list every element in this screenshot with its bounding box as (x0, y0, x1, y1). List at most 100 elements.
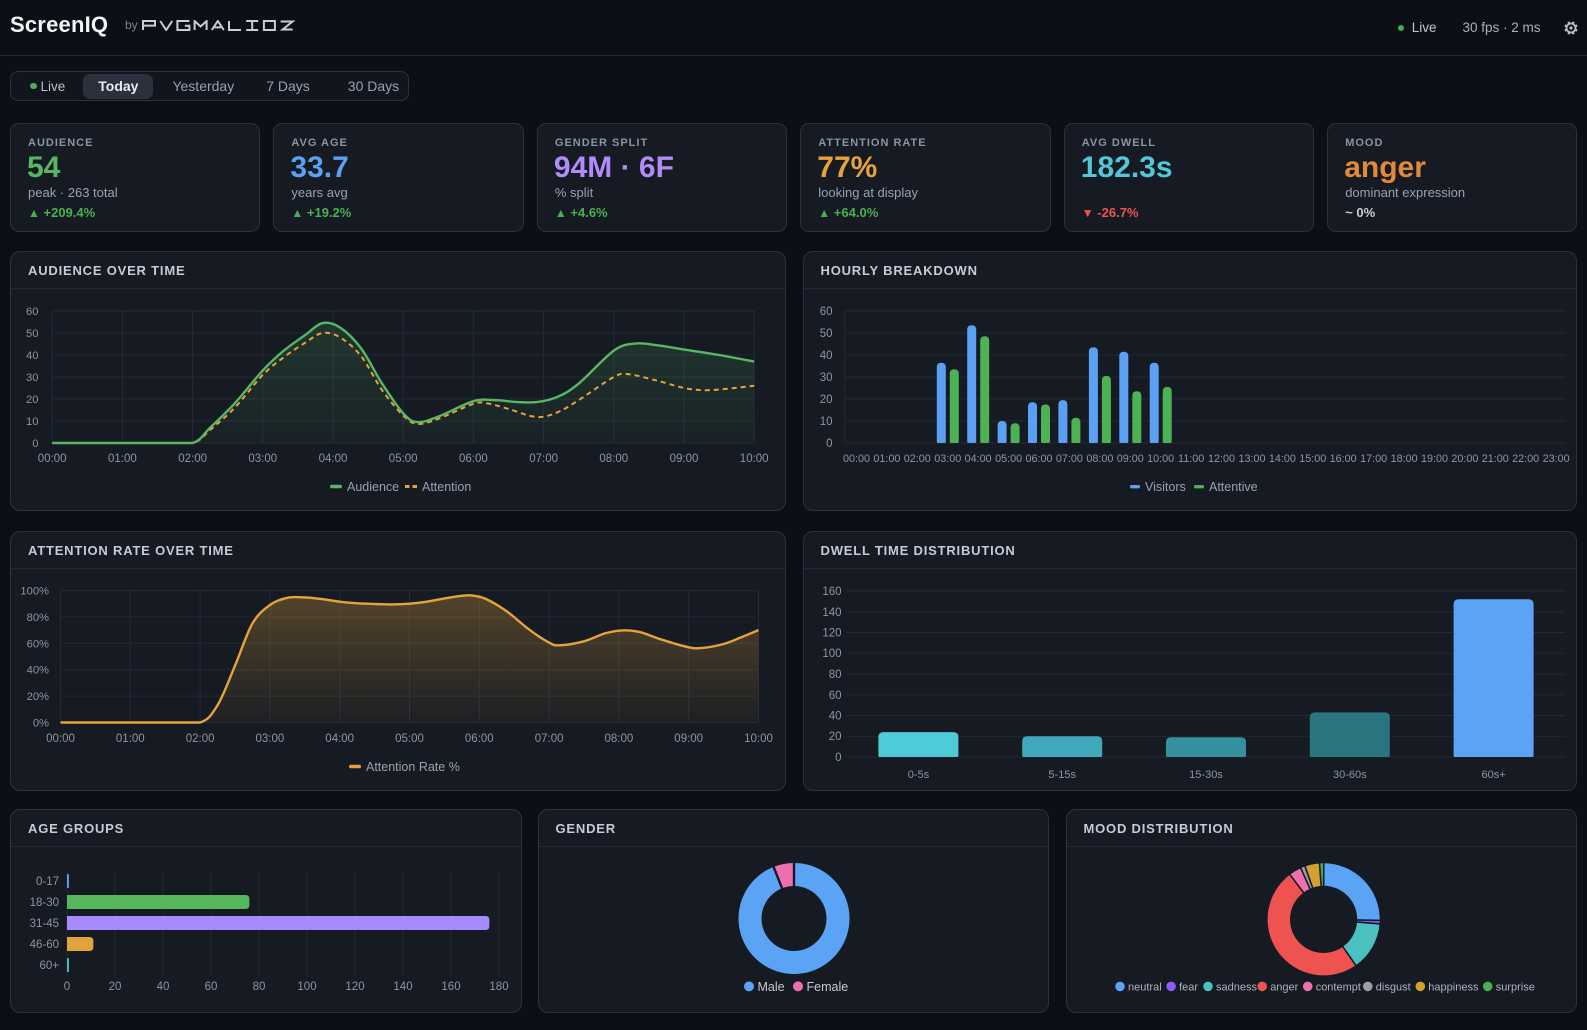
svg-text:02:00: 02:00 (903, 453, 930, 465)
svg-text:anger: anger (1270, 982, 1298, 994)
svg-text:03:00: 03:00 (256, 733, 285, 745)
svg-text:0: 0 (64, 981, 70, 993)
svg-text:Attentive: Attentive (1209, 480, 1258, 494)
svg-text:60s+: 60s+ (1481, 769, 1505, 781)
svg-text:04:00: 04:00 (325, 733, 354, 745)
svg-text:15:00: 15:00 (1299, 453, 1326, 465)
svg-text:11:00: 11:00 (1177, 453, 1203, 465)
svg-text:06:00: 06:00 (459, 453, 488, 465)
svg-text:5-15s: 5-15s (1048, 769, 1076, 781)
svg-text:140: 140 (822, 607, 841, 619)
svg-text:10: 10 (819, 416, 832, 428)
svg-text:12:00: 12:00 (1207, 453, 1234, 465)
svg-text:80: 80 (828, 669, 841, 681)
svg-text:40%: 40% (27, 665, 49, 677)
svg-text:60%: 60% (27, 638, 49, 650)
svg-text:07:00: 07:00 (529, 453, 558, 465)
svg-text:0: 0 (826, 438, 832, 450)
svg-text:Attention: Attention (422, 480, 471, 494)
svg-text:14:00: 14:00 (1268, 453, 1295, 465)
svg-text:03:00: 03:00 (934, 453, 961, 465)
svg-text:120: 120 (822, 628, 841, 640)
svg-text:neutral: neutral (1128, 982, 1162, 994)
svg-text:Male: Male (757, 980, 784, 994)
svg-text:40: 40 (157, 981, 170, 993)
svg-text:0-17: 0-17 (36, 876, 59, 888)
svg-text:10:00: 10:00 (744, 733, 773, 745)
svg-text:happiness: happiness (1428, 982, 1479, 994)
svg-text:contempt: contempt (1315, 982, 1360, 994)
svg-text:19:00: 19:00 (1420, 453, 1447, 465)
svg-text:10:00: 10:00 (740, 453, 769, 465)
svg-text:08:00: 08:00 (1086, 453, 1113, 465)
svg-text:50: 50 (819, 328, 832, 340)
svg-text:17:00: 17:00 (1360, 453, 1387, 465)
svg-text:18:00: 18:00 (1390, 453, 1417, 465)
svg-text:0: 0 (835, 752, 841, 764)
svg-text:07:00: 07:00 (1055, 453, 1082, 465)
svg-text:04:00: 04:00 (319, 453, 348, 465)
svg-text:120: 120 (345, 981, 364, 993)
svg-text:30: 30 (26, 372, 38, 384)
svg-text:05:00: 05:00 (995, 453, 1022, 465)
svg-text:Visitors: Visitors (1145, 480, 1186, 494)
svg-text:03:00: 03:00 (248, 453, 277, 465)
svg-text:100%: 100% (20, 586, 49, 598)
svg-text:60: 60 (205, 981, 218, 993)
svg-text:disgust: disgust (1375, 982, 1410, 994)
svg-text:100: 100 (822, 648, 841, 660)
svg-text:sadness: sadness (1216, 982, 1257, 994)
svg-text:40: 40 (819, 350, 832, 362)
svg-text:21:00: 21:00 (1481, 453, 1508, 465)
svg-text:20: 20 (26, 394, 38, 406)
svg-text:16:00: 16:00 (1329, 453, 1356, 465)
svg-text:18-30: 18-30 (30, 897, 59, 909)
svg-text:01:00: 01:00 (116, 733, 145, 745)
svg-text:60+: 60+ (39, 960, 59, 972)
svg-text:0-5s: 0-5s (907, 769, 929, 781)
svg-text:Audience: Audience (347, 480, 399, 494)
svg-text:60: 60 (828, 690, 841, 702)
svg-text:09:00: 09:00 (674, 733, 703, 745)
svg-text:00:00: 00:00 (38, 453, 67, 465)
svg-text:09:00: 09:00 (1116, 453, 1143, 465)
svg-text:0%: 0% (33, 718, 49, 730)
svg-text:60: 60 (819, 306, 832, 318)
svg-text:30-60s: 30-60s (1332, 769, 1366, 781)
svg-text:Female: Female (806, 980, 848, 994)
svg-text:10:00: 10:00 (1147, 453, 1174, 465)
svg-text:80%: 80% (27, 612, 49, 624)
svg-text:13:00: 13:00 (1238, 453, 1265, 465)
svg-text:09:00: 09:00 (670, 453, 699, 465)
svg-text:10: 10 (26, 416, 38, 428)
svg-text:05:00: 05:00 (395, 733, 424, 745)
svg-text:20%: 20% (27, 691, 49, 703)
svg-text:Attention Rate %: Attention Rate % (366, 760, 460, 774)
svg-text:01:00: 01:00 (108, 453, 137, 465)
svg-text:15-30s: 15-30s (1189, 769, 1223, 781)
svg-text:60: 60 (26, 306, 38, 318)
svg-text:50: 50 (26, 328, 38, 340)
svg-text:20:00: 20:00 (1451, 453, 1478, 465)
svg-text:02:00: 02:00 (178, 453, 207, 465)
svg-text:00:00: 00:00 (842, 453, 869, 465)
svg-text:01:00: 01:00 (873, 453, 900, 465)
svg-text:06:00: 06:00 (1025, 453, 1052, 465)
svg-text:06:00: 06:00 (465, 733, 494, 745)
svg-text:0: 0 (32, 438, 38, 450)
svg-text:08:00: 08:00 (599, 453, 628, 465)
svg-text:160: 160 (441, 981, 460, 993)
svg-text:100: 100 (297, 981, 316, 993)
svg-text:20: 20 (819, 394, 832, 406)
svg-text:80: 80 (253, 981, 266, 993)
svg-text:180: 180 (489, 981, 508, 993)
svg-text:30: 30 (819, 372, 832, 384)
svg-text:46-60: 46-60 (30, 939, 59, 951)
svg-text:07:00: 07:00 (535, 733, 564, 745)
svg-text:fear: fear (1179, 982, 1198, 994)
svg-text:31-45: 31-45 (30, 918, 59, 930)
svg-text:surprise: surprise (1495, 982, 1534, 994)
svg-text:02:00: 02:00 (186, 733, 215, 745)
svg-text:22:00: 22:00 (1512, 453, 1539, 465)
svg-text:160: 160 (822, 586, 841, 598)
